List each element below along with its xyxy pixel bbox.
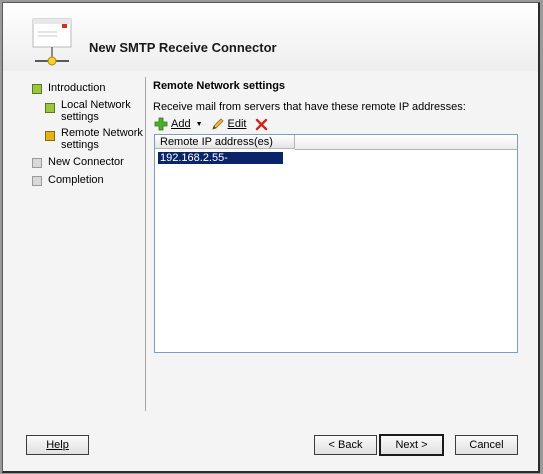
- status-completed-icon: [32, 84, 42, 94]
- nav-item-label: Introduction: [48, 82, 106, 94]
- status-completed-icon: [45, 103, 55, 113]
- nav-item-label: settings: [61, 139, 99, 151]
- nav-item-label: New Connector: [48, 156, 124, 168]
- column-header-remote-ip[interactable]: Remote IP address(es): [155, 135, 295, 149]
- nav-item-remote-network-settings: Remote Network settings: [45, 127, 143, 151]
- section-title: Remote Network settings: [153, 80, 286, 92]
- edit-label: Edit: [227, 118, 247, 130]
- mail-connector-icon: [32, 18, 72, 66]
- cancel-label: Cancel: [469, 439, 504, 451]
- wizard-header: New SMTP Receive Connector: [3, 3, 538, 71]
- status-pending-icon: [32, 176, 42, 186]
- wizard-window: New SMTP Receive Connector Introduction …: [2, 2, 540, 473]
- remove-button[interactable]: [255, 118, 268, 131]
- add-label: Add: [171, 118, 191, 130]
- nav-item-completion: Completion: [32, 174, 104, 186]
- pencil-icon: [211, 118, 224, 130]
- next-button[interactable]: Next >: [379, 434, 444, 456]
- nav-item-new-connector: New Connector: [32, 156, 124, 168]
- nav-divider: [145, 77, 146, 411]
- column-header-filler: [295, 135, 517, 150]
- help-button[interactable]: Help: [26, 435, 89, 455]
- nav-item-label: settings: [61, 111, 99, 123]
- help-label: Help: [46, 439, 69, 451]
- add-button[interactable]: Add ▼: [154, 117, 203, 131]
- back-button[interactable]: < Back: [314, 435, 377, 455]
- red-x-icon: [256, 118, 268, 130]
- nav-item-label: Completion: [48, 174, 104, 186]
- cancel-button[interactable]: Cancel: [455, 435, 518, 455]
- list-item[interactable]: 192.168.2.55-192.168.2.56: [158, 152, 283, 176]
- nav-item-label: Local Network: [61, 99, 131, 111]
- plus-icon: [154, 117, 168, 131]
- nav-item-label: Remote Network: [61, 127, 143, 139]
- status-current-icon: [45, 131, 55, 141]
- edit-button[interactable]: Edit: [211, 117, 247, 131]
- back-label: < Back: [328, 439, 363, 451]
- ip-address-list[interactable]: Remote IP address(es) 192.168.2.55-192.1…: [154, 134, 518, 353]
- ip-toolbar: Add ▼ Edit: [154, 115, 268, 133]
- next-label: Next >: [395, 439, 428, 451]
- nav-item-local-network-settings: Local Network settings: [45, 99, 131, 123]
- wizard-title: New SMTP Receive Connector: [89, 40, 277, 55]
- section-description: Receive mail from servers that have thes…: [153, 101, 466, 113]
- status-pending-icon: [32, 158, 42, 168]
- chevron-down-icon[interactable]: ▼: [196, 121, 203, 128]
- nav-item-introduction: Introduction: [32, 82, 105, 94]
- wizard-nav: Introduction Local Network settings Remo…: [3, 73, 143, 413]
